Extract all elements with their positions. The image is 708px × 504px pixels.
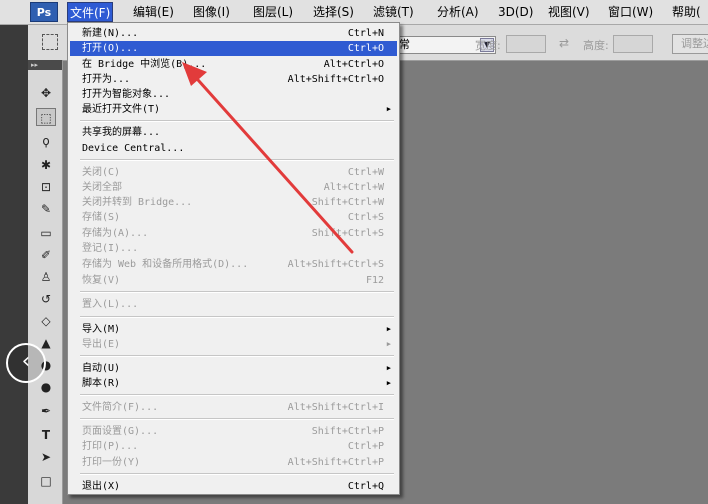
- menu-layer[interactable]: 图层(L): [251, 2, 295, 22]
- menu-divider: [80, 316, 394, 318]
- healing-brush-icon[interactable]: ▭: [36, 224, 56, 242]
- menu-item-close-go-bridge[interactable]: 关闭并转到 Bridge... Shift+Ctrl+W: [70, 195, 397, 210]
- menu-edit[interactable]: 编辑(E): [131, 2, 176, 22]
- brush-tool-icon[interactable]: ✐: [36, 246, 56, 264]
- dodge-tool-icon[interactable]: ●: [36, 378, 56, 396]
- menu-item-open-as[interactable]: 打开为... Alt+Shift+Ctrl+O: [70, 72, 397, 87]
- left-panel-edge: Ps: [0, 0, 28, 504]
- submenu-arrow-icon: ▶: [386, 105, 391, 113]
- panel-grip[interactable]: ▸▸: [28, 60, 62, 70]
- menu-item-close[interactable]: 关闭(C) Ctrl+W: [70, 165, 397, 180]
- menu-item-browse-bridge[interactable]: 在 Bridge 中浏览(B)... Alt+Ctrl+O: [70, 57, 397, 72]
- menu-divider: [80, 355, 394, 357]
- menu-file[interactable]: 文件(F): [67, 2, 114, 22]
- menu-view[interactable]: 视图(V): [546, 2, 592, 22]
- magic-wand-icon[interactable]: ✱: [36, 156, 56, 174]
- menu-item-close-all[interactable]: 关闭全部 Alt+Ctrl+W: [70, 180, 397, 195]
- menu-item-page-setup[interactable]: 页面设置(G)... Shift+Ctrl+P: [70, 424, 397, 439]
- menu-select[interactable]: 选择(S): [311, 2, 356, 22]
- menu-item-open[interactable]: 打开(O)... Ctrl+O: [70, 41, 397, 56]
- menu-item-recent-files[interactable]: 最近打开文件(T) ▶: [70, 102, 397, 117]
- menu-item-exit[interactable]: 退出(X) Ctrl+Q: [70, 479, 397, 494]
- menu-item-place[interactable]: 置入(L)...: [70, 297, 397, 312]
- menu-filter[interactable]: 滤镜(T): [371, 2, 416, 22]
- submenu-arrow-icon: ▶: [386, 379, 391, 387]
- path-selection-icon[interactable]: ➤: [36, 448, 56, 466]
- eyedropper-icon[interactable]: ✎: [36, 200, 56, 218]
- menu-item-export[interactable]: 导出(E) ▶: [70, 337, 397, 352]
- height-field[interactable]: [613, 35, 653, 53]
- workspace-canvas: [400, 61, 708, 504]
- history-brush-icon[interactable]: ↺: [36, 290, 56, 308]
- marquee-tool-icon[interactable]: ⬚: [36, 108, 56, 126]
- menu-divider: [80, 120, 394, 122]
- menu-divider: [80, 418, 394, 420]
- width-field[interactable]: [506, 35, 546, 53]
- menu-image[interactable]: 图像(I): [191, 2, 232, 22]
- eraser-icon[interactable]: ◇: [36, 312, 56, 330]
- menu-item-save-for-web[interactable]: 存储为 Web 和设备所用格式(D)... Alt+Shift+Ctrl+S: [70, 257, 397, 272]
- menu-item-save[interactable]: 存储(S) Ctrl+S: [70, 210, 397, 225]
- menu-item-import[interactable]: 导入(M) ▶: [70, 322, 397, 337]
- style-select-value: 常: [399, 38, 410, 51]
- menu-item-print[interactable]: 打印(P)... Ctrl+P: [70, 439, 397, 454]
- menu-item-save-as[interactable]: 存储为(A)... Shift+Ctrl+S: [70, 226, 397, 241]
- submenu-arrow-icon: ▶: [386, 340, 391, 348]
- menu-3d[interactable]: 3D(D): [496, 2, 535, 22]
- type-tool-icon[interactable]: T: [36, 426, 56, 444]
- menu-window[interactable]: 窗口(W): [606, 2, 655, 22]
- pen-tool-icon[interactable]: ✒: [36, 402, 56, 420]
- menu-divider: [80, 394, 394, 396]
- refine-edge-button[interactable]: 调整边: [672, 34, 708, 54]
- width-label: 宽度:: [475, 39, 501, 52]
- menu-item-new[interactable]: 新建(N)... Ctrl+N: [70, 26, 397, 41]
- menu-item-print-one-copy[interactable]: 打印一份(Y) Alt+Shift+Ctrl+P: [70, 455, 397, 470]
- crop-tool-icon[interactable]: ⊡: [36, 178, 56, 196]
- back-arrow-icon[interactable]: ‹: [6, 343, 46, 383]
- photoshop-logo-icon[interactable]: Ps: [30, 2, 58, 22]
- tools-panel: ▸▸ ✥ ⬚ ϙ ✱ ⊡ ✎ ▭ ✐ ♙ ↺ ◇ ▲ ● ● ✒ T ➤ □: [28, 60, 63, 504]
- clone-stamp-icon[interactable]: ♙: [36, 268, 56, 286]
- lasso-tool-icon[interactable]: ϙ: [36, 132, 56, 150]
- menu-divider: [80, 159, 394, 161]
- submenu-arrow-icon: ▶: [386, 364, 391, 372]
- file-menu-dropdown: 新建(N)... Ctrl+N 打开(O)... Ctrl+O 在 Bridge 中…: [67, 22, 400, 495]
- shape-tool-icon[interactable]: □: [36, 472, 56, 490]
- menu-item-check-in[interactable]: 登记(I)...: [70, 241, 397, 256]
- menu-item-automate[interactable]: 自动(U) ▶: [70, 361, 397, 376]
- swap-icon[interactable]: ⇄: [559, 36, 569, 50]
- menu-item-scripts[interactable]: 脚本(R) ▶: [70, 376, 397, 391]
- menu-item-share-screen[interactable]: 共享我的屏幕...: [70, 125, 397, 140]
- move-tool-icon[interactable]: ✥: [36, 84, 56, 102]
- menu-divider: [80, 473, 394, 475]
- menu-analysis[interactable]: 分析(A): [435, 2, 481, 22]
- menu-item-open-smart-object[interactable]: 打开为智能对象...: [70, 87, 397, 102]
- marquee-preset-icon[interactable]: [42, 34, 58, 50]
- menu-item-device-central[interactable]: Device Central...: [70, 141, 397, 156]
- submenu-arrow-icon: ▶: [386, 325, 391, 333]
- menu-divider: [80, 291, 394, 293]
- menu-help[interactable]: 帮助(: [670, 2, 703, 22]
- menu-item-file-info[interactable]: 文件简介(F)... Alt+Shift+Ctrl+I: [70, 400, 397, 415]
- menu-item-revert[interactable]: 恢复(V) F12: [70, 273, 397, 288]
- height-label: 高度:: [583, 39, 609, 52]
